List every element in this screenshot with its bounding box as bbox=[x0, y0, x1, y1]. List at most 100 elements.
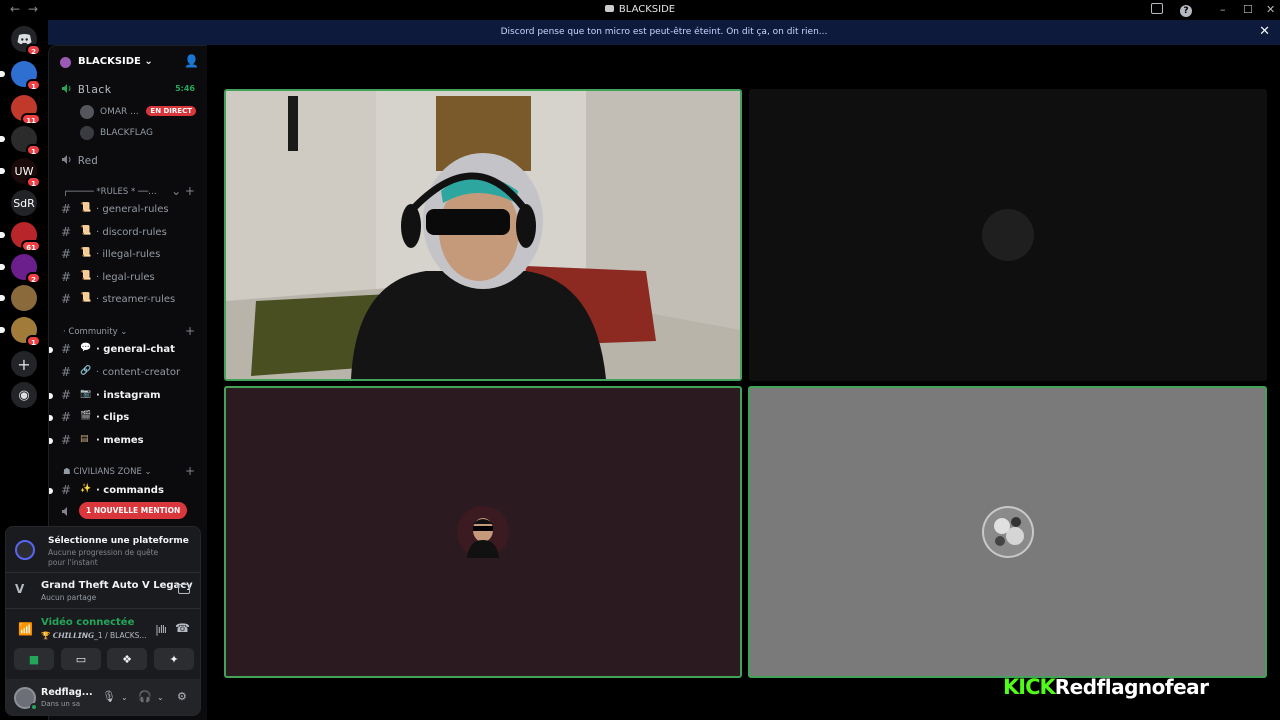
mention-badge: 2 bbox=[26, 272, 41, 284]
scroll-icon: 📜 bbox=[80, 225, 92, 236]
disconnect-icon[interactable]: ☎ bbox=[175, 621, 190, 635]
inbox-icon[interactable] bbox=[1151, 3, 1163, 17]
server-icon[interactable]: 1 bbox=[0, 126, 41, 156]
member-name: BLACKFLAG bbox=[100, 128, 153, 138]
add-server-button[interactable]: + bbox=[11, 351, 37, 377]
add-channel-icon[interactable]: + bbox=[185, 464, 195, 478]
mention-badge: 1 bbox=[26, 144, 41, 156]
discover-button[interactable]: ◉ bbox=[11, 382, 37, 408]
soundboard-button[interactable]: ✦ bbox=[154, 648, 194, 670]
server-icon[interactable]: 1 bbox=[0, 317, 41, 347]
channel-instagram[interactable]: # 📷 · instagram bbox=[49, 386, 207, 406]
channel-emoji-icon: 💬 bbox=[80, 343, 92, 353]
quest-row[interactable]: Sélectionne une plateforme Aucune progre… bbox=[6, 527, 200, 573]
quest-icon bbox=[15, 540, 35, 560]
voice-status[interactable]: Vidéo connectée bbox=[41, 617, 134, 628]
user-name[interactable]: Redflag... bbox=[41, 687, 93, 698]
minimize-button[interactable]: – bbox=[1220, 3, 1226, 16]
channel-streamer-rules[interactable]: # 📜 · streamer-rules bbox=[49, 290, 207, 310]
channel-general-rules[interactable]: # 📜 · general-rules bbox=[49, 200, 207, 220]
hash-icon: # bbox=[61, 387, 72, 402]
mention-badge: 61 bbox=[21, 240, 41, 252]
game-title: Grand Theft Auto V Legacy bbox=[41, 580, 193, 591]
speaker-icon bbox=[62, 507, 67, 516]
server-icon[interactable]: 61 bbox=[0, 222, 41, 252]
server-icon[interactable]: 2 bbox=[0, 254, 41, 284]
help-icon[interactable]: ? bbox=[1180, 3, 1192, 17]
video-tile-user[interactable] bbox=[749, 89, 1267, 381]
guild-header[interactable]: BLACKSIDE ⌄ 👤 bbox=[49, 46, 207, 78]
channel-memes[interactable]: # ▤ · memes bbox=[49, 431, 207, 451]
compass-icon: ◉ bbox=[11, 382, 37, 408]
plus-icon: + bbox=[11, 351, 37, 377]
hash-icon: # bbox=[61, 292, 72, 306]
channel-commands[interactable]: # ✨ · commands bbox=[49, 481, 207, 501]
channel-label: · content-creator bbox=[96, 366, 181, 378]
category-civilians[interactable]: ☗ CIVILIANS ZONE ⌄ + bbox=[49, 464, 207, 480]
kick-overlay: KICKRedflagnofear bbox=[1003, 675, 1209, 699]
category-community[interactable]: · Community ⌄ + bbox=[49, 324, 207, 340]
server-icon[interactable]: UW 1 bbox=[0, 158, 41, 188]
invite-people-icon[interactable]: 👤 bbox=[184, 54, 199, 68]
scroll-icon: 📜 bbox=[80, 270, 92, 281]
voice-channel-path[interactable]: 🏆 𝘾𝙃𝙄𝙇𝙇𝙄𝙉𝙂_1 / BLACKS... bbox=[41, 631, 147, 640]
channel-emoji-icon: 🎬 bbox=[80, 411, 92, 422]
scroll-icon: 📜 bbox=[80, 203, 92, 213]
server-icon[interactable]: 11 bbox=[11, 95, 41, 125]
voice-member[interactable]: BLACKFLAG bbox=[49, 123, 207, 143]
unread-pill bbox=[0, 168, 5, 174]
channel-legal-rules[interactable]: # 📜 · legal-rules bbox=[49, 268, 207, 288]
close-button[interactable]: ✕ bbox=[1266, 3, 1275, 16]
voice-connection-row: 📶 Vidéo connectée 🏆 𝘾𝙃𝙄𝙇𝙇𝙄𝙉𝙂_1 / BLACKS.… bbox=[6, 609, 200, 647]
gear-icon[interactable]: ⚙ bbox=[177, 690, 187, 703]
new-mention-pill[interactable]: 1 NOUVELLE MENTION bbox=[79, 502, 188, 519]
unread-indicator bbox=[49, 438, 53, 445]
activities-button[interactable]: ❖ bbox=[107, 648, 147, 670]
channel-emoji-icon: 📷 bbox=[80, 388, 92, 399]
chevron-down-icon[interactable]: ⌄ bbox=[121, 693, 128, 702]
mention-badge: 11 bbox=[21, 113, 41, 125]
hash-icon: # bbox=[61, 342, 72, 356]
add-channel-icon[interactable]: + bbox=[185, 324, 195, 338]
share-screen-icon[interactable] bbox=[178, 584, 190, 594]
hash-icon: # bbox=[61, 202, 72, 216]
video-tile-user[interactable] bbox=[748, 386, 1267, 678]
voice-channel-red[interactable]: Red bbox=[49, 151, 207, 171]
game-activity-row[interactable]: V Grand Theft Auto V Legacy Aucun partag… bbox=[6, 573, 200, 609]
video-tile-user[interactable] bbox=[224, 386, 742, 678]
headphones-icon[interactable]: 🎧 bbox=[138, 690, 152, 703]
channel-content-creator[interactable]: # 🔗 · content-creator bbox=[49, 363, 207, 383]
channel-discord-rules[interactable]: # 📜 · discord-rules bbox=[49, 223, 207, 243]
voice-member[interactable]: OMAR ... EN DIRECT bbox=[49, 102, 207, 122]
video-stage: KICKRedflagnofear bbox=[207, 45, 1280, 720]
video-tile-webcam[interactable] bbox=[224, 89, 742, 381]
category-rules[interactable]: ┌───── *RULES * ──… ⌄ + bbox=[49, 184, 207, 200]
online-status-icon bbox=[30, 703, 38, 711]
unread-pill bbox=[0, 136, 5, 142]
channel-label: · general-rules bbox=[96, 204, 169, 215]
mention-badge: 1 bbox=[26, 335, 41, 347]
server-icon[interactable]: 1 bbox=[0, 61, 41, 91]
speaker-icon bbox=[62, 84, 71, 93]
server-icon[interactable] bbox=[0, 285, 37, 311]
server-icon[interactable]: SdR bbox=[11, 190, 37, 216]
camera-button[interactable]: ■ bbox=[14, 648, 54, 670]
signal-icon: 📶 bbox=[18, 622, 33, 636]
mention-badge: 1 bbox=[26, 79, 41, 91]
noise-suppression-icon[interactable]: |ıllı bbox=[155, 623, 167, 636]
unread-indicator bbox=[49, 347, 53, 353]
screen-share-button[interactable]: ▭ bbox=[61, 648, 101, 670]
channel-general-chat[interactable]: # 💬 · general-chat bbox=[49, 340, 207, 360]
notice-close-icon[interactable]: ✕ bbox=[1259, 24, 1270, 39]
microphone-icon[interactable]: 🎙 bbox=[102, 690, 116, 703]
avatar bbox=[80, 126, 94, 140]
add-channel-icon[interactable]: ⌄ + bbox=[171, 184, 195, 198]
avatar bbox=[457, 506, 509, 558]
chevron-down-icon[interactable]: ⌄ bbox=[157, 693, 164, 702]
window-title: BLACKSIDE bbox=[0, 4, 1280, 15]
voice-channel-black[interactable]: Black 5:46 bbox=[49, 80, 207, 100]
maximize-button[interactable]: ☐ bbox=[1243, 3, 1253, 16]
channel-illegal-rules[interactable]: # 📜 · illegal-rules bbox=[49, 245, 207, 265]
home-button[interactable]: 2 bbox=[11, 26, 41, 56]
channel-clips[interactable]: # 🎬 · clips bbox=[49, 408, 207, 428]
